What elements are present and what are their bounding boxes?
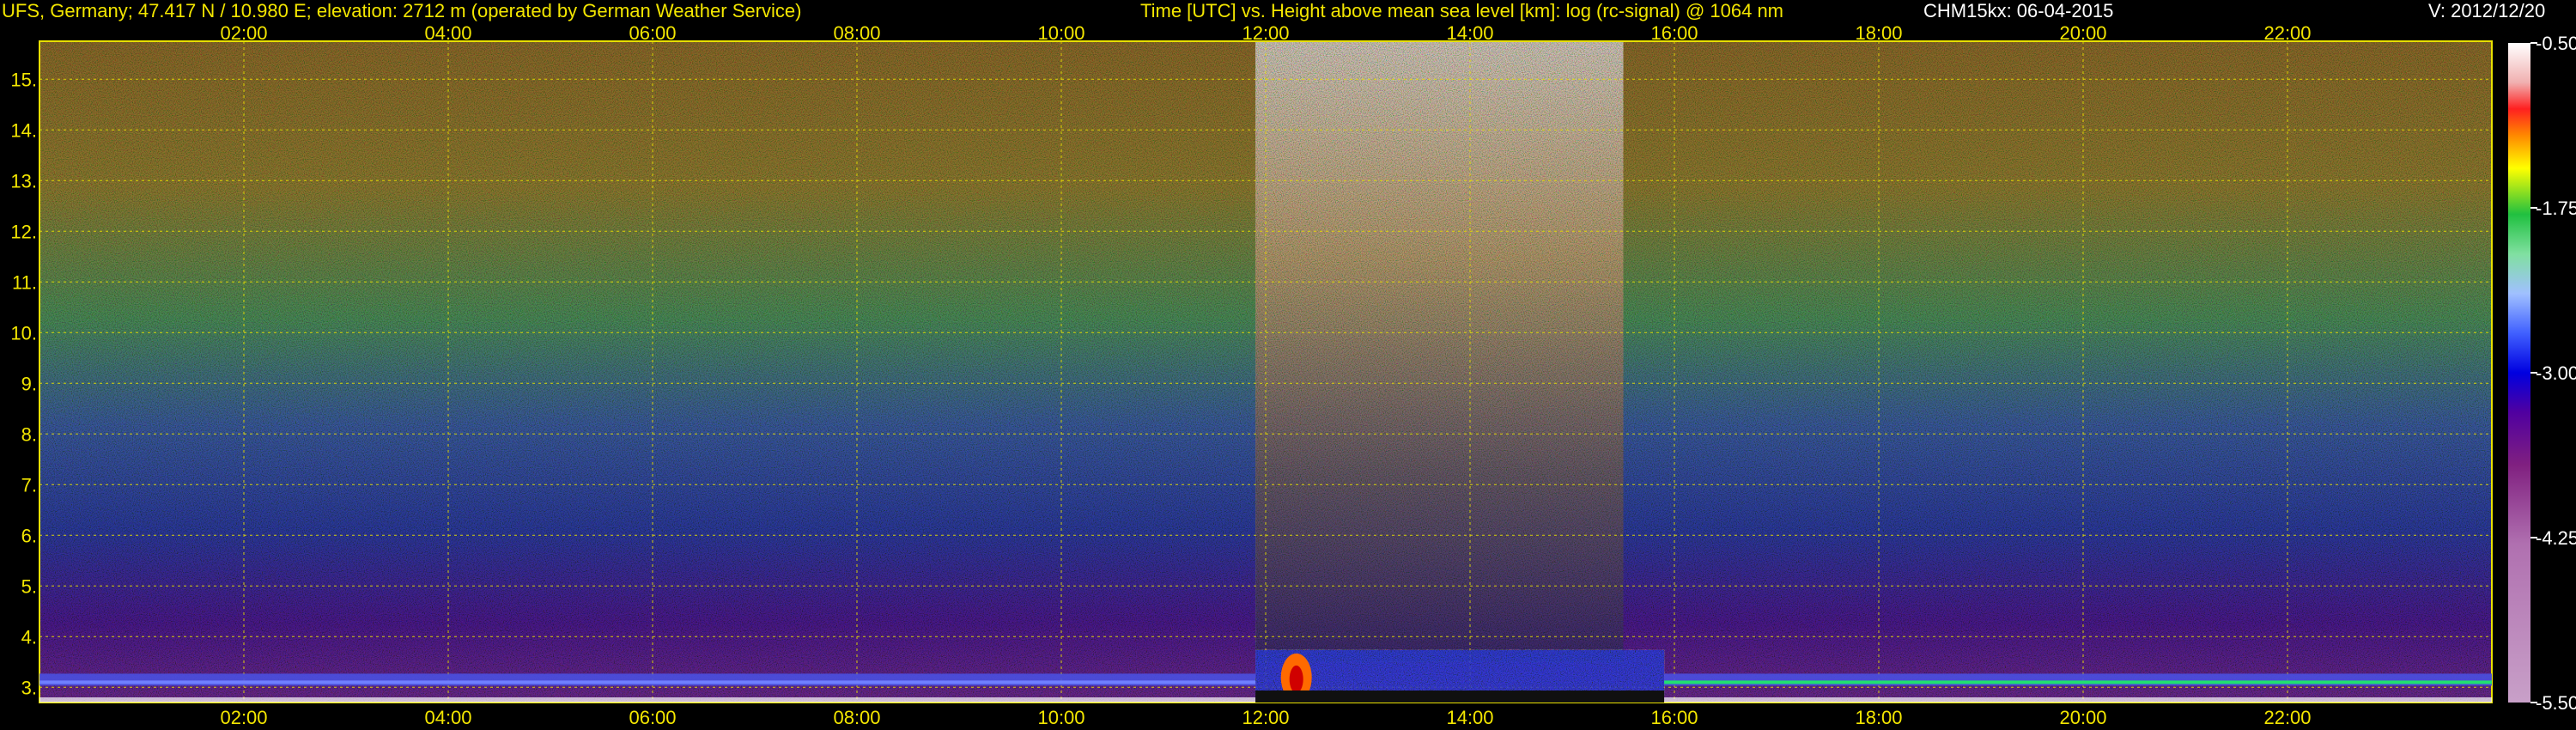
x-tick-label-top: 16:00 — [1650, 22, 1698, 44]
x-tick-label-bottom: 18:00 — [1855, 707, 1902, 728]
ground-strip-aerosol — [1255, 690, 1665, 703]
ground-strip-0 — [39, 697, 1256, 703]
x-tick-label-bottom: 08:00 — [833, 707, 880, 728]
y-tick-label: 15. — [10, 69, 37, 90]
lidar-chart: 02:00 04:00 06:00 08:00 10:00 12:00 14:00 16:00… — [10, 22, 2576, 728]
x-tick-label-top: 18:00 — [1855, 22, 1902, 44]
boundary-layer-core-2 — [1664, 680, 2492, 684]
x-tick-label-top: 08:00 — [833, 22, 880, 44]
x-tick-label-bottom: 20:00 — [2059, 707, 2106, 728]
y-tick-label: 6. — [21, 525, 37, 546]
y-tick-label: 14. — [10, 119, 37, 141]
aerosol-layer — [1255, 649, 1665, 696]
x-tick-label-bottom: 06:00 — [629, 707, 676, 728]
aerosol-plume-core — [1289, 665, 1303, 693]
y-tick-label: 13. — [10, 170, 37, 192]
x-tick-label-top: 20:00 — [2059, 22, 2106, 44]
x-axis-bottom: 02:00 04:00 06:00 08:00 10:00 12:00 14:00 16:00… — [220, 707, 2311, 728]
y-axis: 3. 4. 5. 6. 7. 8. 9. 10. 11. 12. 13. 14. 15. — [10, 69, 37, 698]
colorbar-tick-label: -5.50 — [2536, 692, 2576, 714]
x-tick-label-top: 14:00 — [1446, 22, 1493, 44]
x-tick-label-top: 12:00 — [1242, 22, 1289, 44]
y-tick-label: 3. — [21, 677, 37, 698]
x-tick-label-top: 06:00 — [629, 22, 676, 44]
x-tick-label-top: 04:00 — [424, 22, 471, 44]
x-tick-label-top: 02:00 — [220, 22, 267, 44]
x-tick-label-bottom: 22:00 — [2263, 707, 2311, 728]
colorbar-tick-label: -3.00 — [2536, 362, 2576, 384]
noise-region — [1255, 41, 1624, 662]
y-tick-label: 10. — [10, 322, 37, 344]
colorbar-gradient — [2508, 43, 2530, 703]
colorbar-tick-label: -0.50 — [2536, 33, 2576, 54]
x-tick-label-top: 22:00 — [2263, 22, 2311, 44]
colorbar-tick-label: -1.75 — [2536, 198, 2576, 219]
colorbar: -0.50 -1.75 -3.00 -4.25 -5.50 — [2508, 33, 2576, 714]
y-tick-label: 7. — [21, 474, 37, 496]
ground-strip-2 — [1664, 697, 2492, 703]
x-tick-label-bottom: 04:00 — [424, 707, 471, 728]
y-tick-label: 9. — [21, 373, 37, 394]
x-tick-label-bottom: 02:00 — [220, 707, 267, 728]
y-tick-label: 12. — [10, 221, 37, 242]
x-tick-label-bottom: 14:00 — [1446, 707, 1493, 728]
x-tick-label-bottom: 16:00 — [1650, 707, 1698, 728]
y-tick-label: 11. — [12, 271, 37, 293]
y-tick-label: 8. — [21, 423, 37, 445]
y-tick-label: 5. — [21, 575, 37, 597]
boundary-layer-core-0 — [39, 680, 1256, 684]
x-tick-label-bottom: 10:00 — [1037, 707, 1084, 728]
y-tick-label: 4. — [21, 626, 37, 648]
x-tick-label-top: 10:00 — [1037, 22, 1084, 44]
colorbar-tick-label: -4.25 — [2536, 527, 2576, 549]
x-tick-label-bottom: 12:00 — [1242, 707, 1289, 728]
